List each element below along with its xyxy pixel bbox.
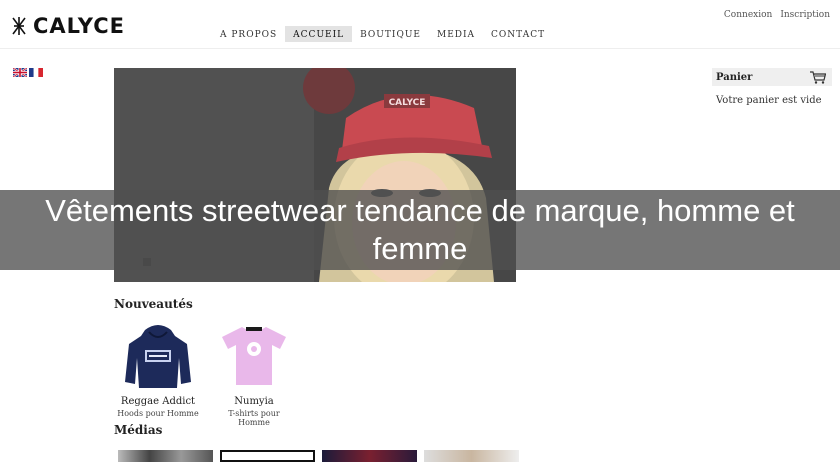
- shopping-cart-icon: [810, 70, 826, 84]
- tshirt-icon: [222, 327, 286, 385]
- language-switcher: [13, 68, 43, 77]
- product-category: Hoods pour Homme: [117, 409, 199, 418]
- new-products-list: Reggae Addict Hoods pour Homme Numyia T-…: [116, 318, 296, 427]
- product-image: [212, 318, 296, 394]
- product-card[interactable]: Numyia T-shirts pour Homme: [212, 318, 296, 427]
- register-link[interactable]: Inscription: [780, 10, 830, 20]
- media-thumbnail[interactable]: [118, 450, 213, 462]
- media-thumbnails: [118, 450, 519, 462]
- top-bar: CALYCE A PROPOS ACCUEIL BOUTIQUE MEDIA C…: [0, 0, 840, 49]
- french-flag-icon[interactable]: [29, 68, 43, 77]
- page-title: Vêtements streetwear tendance de marque,…: [45, 193, 795, 266]
- title-overlay: Vêtements streetwear tendance de marque,…: [0, 190, 840, 270]
- product-name: Reggae Addict: [120, 396, 196, 407]
- nav-item-boutique[interactable]: BOUTIQUE: [352, 26, 429, 42]
- account-links: Connexion Inscription: [724, 10, 830, 20]
- media-thumbnail[interactable]: [424, 450, 519, 462]
- media-thumbnail[interactable]: [322, 450, 417, 462]
- uk-flag-icon[interactable]: [13, 68, 27, 77]
- brand-logo[interactable]: CALYCE: [11, 14, 125, 38]
- brand-mark-icon: [12, 17, 26, 35]
- main-nav: A PROPOS ACCUEIL BOUTIQUE MEDIA CONTACT: [212, 26, 553, 42]
- login-link[interactable]: Connexion: [724, 10, 772, 20]
- cart-title: Panier: [716, 71, 753, 83]
- product-category: T-shirts pour Homme: [228, 409, 280, 427]
- medias-title: Médias: [114, 423, 163, 437]
- product-image: [116, 318, 200, 394]
- nav-item-accueil[interactable]: ACCUEIL: [285, 26, 353, 42]
- cart-empty-message: Votre panier est vide: [716, 95, 822, 106]
- cart-widget: Panier Votre panier est vide: [712, 68, 832, 106]
- product-name: Numyia: [234, 396, 274, 407]
- hoodie-icon: [125, 325, 191, 388]
- media-thumbnail[interactable]: [220, 450, 315, 462]
- new-products-title: Nouveautés: [114, 297, 193, 311]
- brand-name: CALYCE: [33, 14, 125, 38]
- product-card[interactable]: Reggae Addict Hoods pour Homme: [116, 318, 200, 427]
- nav-item-contact[interactable]: CONTACT: [483, 26, 553, 42]
- nav-item-a-propos[interactable]: A PROPOS: [212, 26, 285, 42]
- nav-item-media[interactable]: MEDIA: [429, 26, 483, 42]
- cart-header[interactable]: Panier: [712, 68, 832, 86]
